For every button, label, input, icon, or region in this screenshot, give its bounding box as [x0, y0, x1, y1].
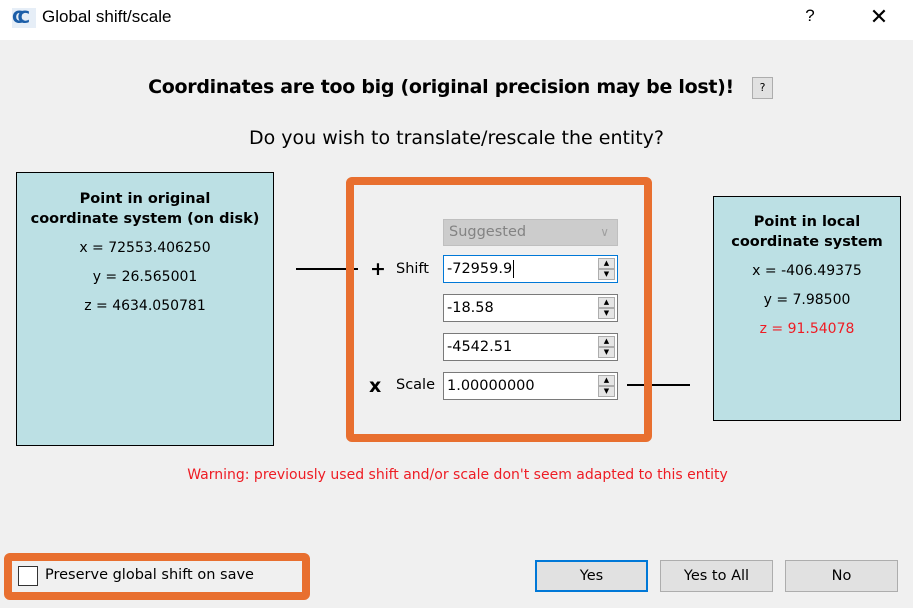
original-y: y = 26.565001	[92, 269, 198, 285]
yes-to-all-button[interactable]: Yes to All	[660, 560, 773, 592]
spin-up-icon[interactable]: ▲	[598, 297, 615, 308]
shift-x-input[interactable]: -72959.9 ▲ ▼	[443, 255, 618, 283]
local-point-title: Point in local coordinate system	[714, 212, 900, 252]
help-icon[interactable]: ?	[800, 6, 820, 30]
local-x: x = -406.49375	[752, 263, 862, 279]
headline-help-button[interactable]: ?	[752, 77, 773, 99]
shift-z-value: -4542.51	[447, 339, 513, 355]
title-line: coordinate system (on disk)	[30, 211, 260, 227]
preserve-shift-option[interactable]: Preserve global shift on save	[12, 562, 302, 591]
question-text: Do you wish to translate/rescale the ent…	[248, 127, 664, 149]
no-button[interactable]: No	[785, 560, 898, 592]
spin-buttons: ▲ ▼	[598, 375, 615, 397]
headline-text: Coordinates are too big (original precis…	[148, 76, 734, 98]
original-point-title: Point in original coordinate system (on …	[17, 189, 273, 229]
chevron-down-icon: ∨	[600, 225, 609, 239]
shift-x-text: -72959.9	[447, 261, 513, 277]
preset-combo: Suggested ∨	[443, 219, 618, 246]
warning-message: Warning: previously used shift and/or sc…	[187, 467, 728, 483]
shift-y-input[interactable]: -18.58 ▲ ▼	[443, 294, 618, 322]
cloudcompare-icon: CC	[12, 8, 36, 28]
yes-button[interactable]: Yes	[535, 560, 648, 592]
scale-value: 1.00000000	[447, 378, 535, 394]
spin-buttons: ▲ ▼	[598, 297, 615, 319]
local-z: z = 91.54078	[759, 321, 855, 337]
spin-up-icon[interactable]: ▲	[598, 375, 615, 386]
plus-icon: +	[370, 258, 386, 280]
spin-up-icon[interactable]: ▲	[598, 258, 615, 269]
shift-y-value: -18.58	[447, 300, 494, 316]
original-point-panel: Point in original coordinate system (on …	[16, 172, 274, 446]
preserve-shift-label[interactable]: Preserve global shift on save	[45, 567, 254, 583]
original-z: z = 4634.050781	[84, 298, 206, 314]
title-line: Point in original	[79, 191, 211, 207]
spin-down-icon[interactable]: ▼	[598, 347, 615, 358]
spin-buttons: ▲ ▼	[598, 336, 615, 358]
headline: Coordinates are too big (original precis…	[0, 76, 882, 98]
local-point-panel: Point in local coordinate system x = -40…	[713, 196, 901, 421]
spin-down-icon[interactable]: ▼	[598, 308, 615, 319]
shift-z-input[interactable]: -4542.51 ▲ ▼	[443, 333, 618, 361]
spin-up-icon[interactable]: ▲	[598, 336, 615, 347]
shift-x-value: -72959.9	[447, 256, 515, 282]
window-title: Global shift/scale	[42, 7, 172, 26]
preserve-shift-checkbox[interactable]	[18, 566, 38, 586]
title-line: coordinate system	[731, 234, 883, 250]
shift-label: Shift	[396, 261, 429, 277]
original-x: x = 72553.406250	[79, 240, 211, 256]
title-bar: CC Global shift/scale ? ✕	[0, 0, 913, 40]
text-caret	[513, 260, 515, 278]
close-icon[interactable]: ✕	[866, 4, 892, 32]
scale-input[interactable]: 1.00000000 ▲ ▼	[443, 372, 618, 400]
title-line: Point in local	[753, 214, 861, 230]
local-y: y = 7.98500	[763, 292, 851, 308]
spin-down-icon[interactable]: ▼	[598, 269, 615, 280]
scale-label: Scale	[396, 377, 436, 393]
multiply-icon: x	[369, 375, 382, 397]
spin-down-icon[interactable]: ▼	[598, 386, 615, 397]
spin-buttons: ▲ ▼	[598, 258, 615, 280]
preset-combo-value: Suggested	[449, 224, 527, 240]
